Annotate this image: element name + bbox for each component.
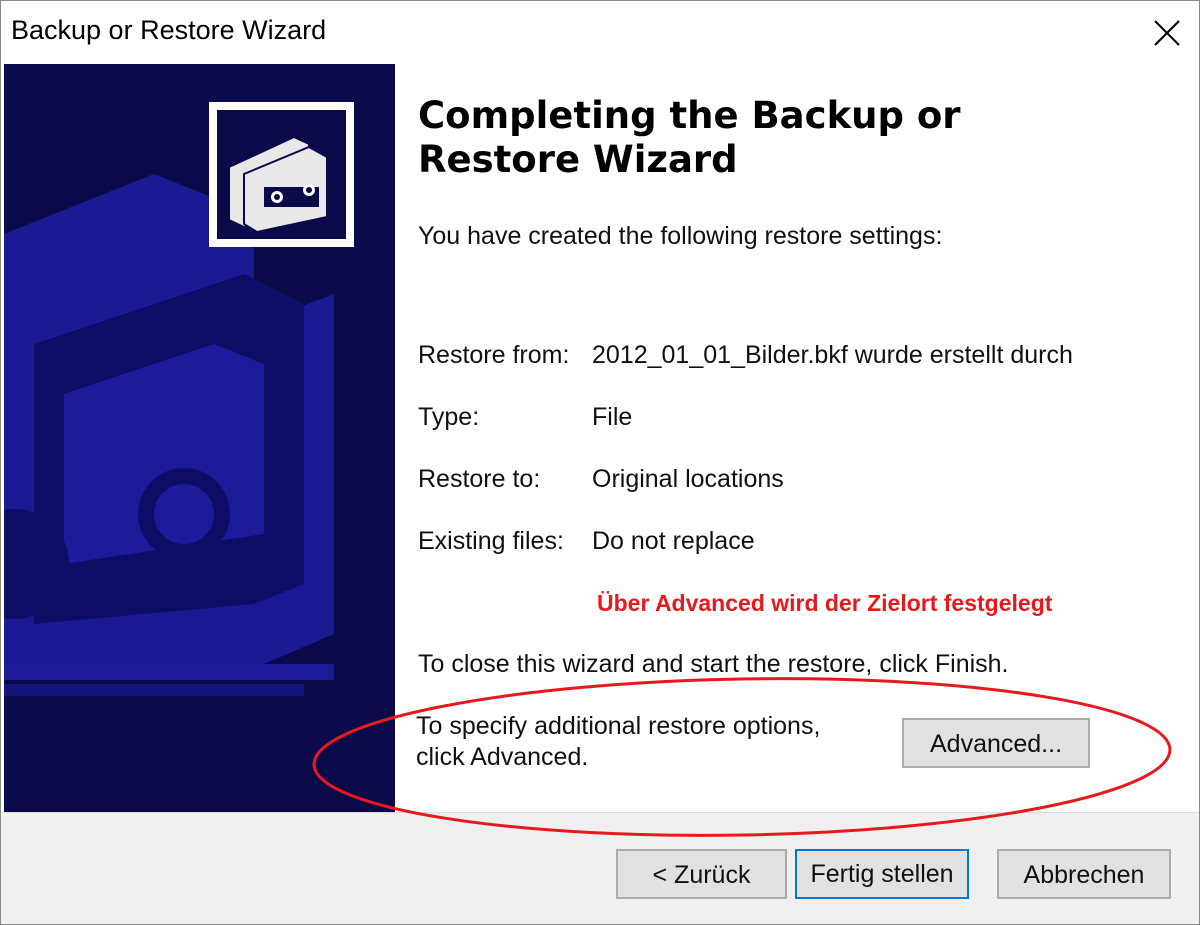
setting-value: File: [592, 403, 633, 431]
close-icon: [1154, 20, 1180, 46]
setting-label: Restore from:: [418, 341, 570, 369]
advanced-hint-text: To specify additional restore options, c…: [416, 712, 821, 771]
wizard-content: Completing the Backup or Restore Wizard …: [396, 64, 1199, 812]
wizard-window: Backup or Restore Wizard Completing the …: [0, 0, 1200, 925]
intro-text: You have created the following restore s…: [418, 222, 943, 250]
title-bar: Backup or Restore Wizard: [1, 1, 1199, 63]
red-annotation-text: Über Advanced wird der Zielort festgeleg…: [597, 590, 1053, 616]
close-button[interactable]: [1143, 9, 1191, 57]
advanced-button[interactable]: Advanced...: [902, 718, 1090, 768]
wizard-side-panel: [4, 64, 395, 812]
finish-button[interactable]: Fertig stellen: [795, 849, 969, 899]
back-button[interactable]: < Zurück: [616, 849, 787, 899]
wizard-icon-box: [209, 102, 354, 247]
backup-tape-icon: [217, 110, 346, 239]
window-title: Backup or Restore Wizard: [11, 15, 327, 45]
cancel-button[interactable]: Abbrechen: [997, 849, 1171, 899]
setting-label: Restore to:: [418, 465, 541, 493]
page-title: Completing the Backup or Restore Wizard: [418, 94, 961, 181]
setting-value: Do not replace: [592, 527, 755, 555]
wizard-footer: < Zurück Fertig stellen Abbrechen: [1, 812, 1199, 924]
setting-label: Type:: [418, 403, 480, 431]
setting-label: Existing files:: [418, 527, 564, 555]
setting-value: 2012_01_01_Bilder.bkf wurde erstellt dur…: [592, 341, 1073, 369]
setting-value: Original locations: [592, 465, 784, 493]
finish-hint-text: To close this wizard and start the resto…: [418, 650, 1009, 678]
